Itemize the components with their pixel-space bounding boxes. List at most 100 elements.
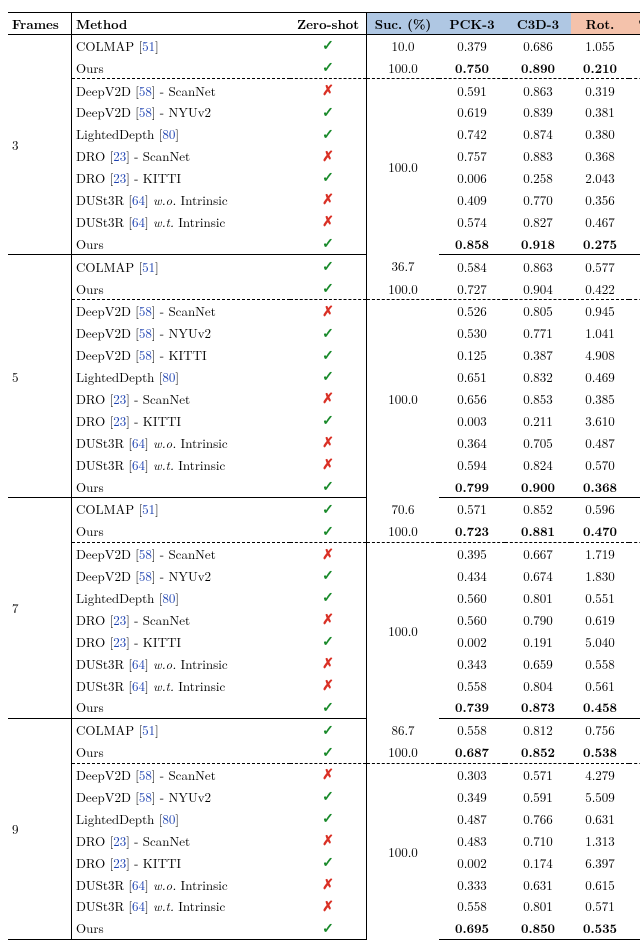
cell-rot: 4.908 — [571, 344, 629, 366]
cross-icon: ✗ — [322, 432, 334, 452]
cell-c3d: 0.591 — [505, 786, 571, 808]
method-ours: Ours — [72, 56, 291, 78]
method-dro_scan: DRO [23] - ScanNet — [72, 830, 291, 852]
cell-rot: 1.055 — [571, 34, 629, 56]
cell-c3d: 0.631 — [505, 873, 571, 895]
cell-rot: 0.275 — [571, 233, 629, 255]
cell-pck: 0.750 — [439, 56, 505, 78]
zeroshot-no: ✗ — [290, 300, 367, 322]
zeroshot-no: ✗ — [290, 763, 367, 785]
method-lighted: LightedDepth [80] — [72, 587, 291, 609]
cell-c3d: 0.387 — [505, 344, 571, 366]
cell-trans: 2.740 — [629, 873, 640, 895]
zeroshot-no: ✗ — [290, 652, 367, 674]
cell-rot: 4.279 — [571, 763, 629, 785]
cell-rot: 0.596 — [571, 498, 629, 520]
cross-icon: ✗ — [322, 896, 334, 916]
cell-pck: 0.571 — [439, 498, 505, 520]
cell-pck: 0.799 — [439, 475, 505, 497]
cell-trans: 1.383 — [629, 520, 640, 542]
frames-label: 9 — [8, 719, 72, 940]
cell-pck: 0.558 — [439, 719, 505, 741]
cell-trans: 4.573 — [629, 763, 640, 785]
cell-trans: 2.673 — [629, 543, 640, 565]
cell-pck: 0.858 — [439, 233, 505, 255]
cell-c3d: 0.874 — [505, 123, 571, 145]
cell-c3d: 0.571 — [505, 763, 571, 785]
tick-icon: ✓ — [322, 256, 334, 276]
cross-icon: ✗ — [322, 211, 334, 231]
zeroshot-yes: ✓ — [290, 34, 367, 56]
cell-rot: 0.535 — [571, 917, 629, 939]
zeroshot-no: ✗ — [290, 873, 367, 895]
cell-rot: 0.561 — [571, 674, 629, 696]
cross-icon: ✗ — [322, 454, 334, 474]
cell-trans: 0.820 — [629, 233, 640, 255]
cell-suc: 100.0 — [367, 277, 440, 299]
cell-pck: 0.002 — [439, 631, 505, 653]
cell-trans: 1.296 — [629, 255, 640, 277]
cell-c3d: 0.766 — [505, 808, 571, 830]
method-dro_scan: DRO [23] - ScanNet — [72, 388, 291, 410]
cell-trans: 1.200 — [629, 388, 640, 410]
method-lighted: LightedDepth [80] — [72, 123, 291, 145]
zeroshot-yes: ✓ — [290, 565, 367, 587]
cell-c3d: 0.839 — [505, 101, 571, 123]
tick-icon: ✓ — [322, 102, 334, 122]
cross-icon: ✗ — [322, 388, 334, 408]
cell-c3d: 0.174 — [505, 852, 571, 874]
zeroshot-yes: ✓ — [290, 277, 367, 299]
cell-trans: 4.231 — [629, 344, 640, 366]
frames-label: 7 — [8, 498, 72, 719]
cell-trans: 1.765 — [629, 34, 640, 56]
zeroshot-yes: ✓ — [290, 786, 367, 808]
zeroshot-no: ✗ — [290, 895, 367, 917]
cell-rot: 0.381 — [571, 101, 629, 123]
cell-c3d: 0.850 — [505, 917, 571, 939]
cell-trans: 1.568 — [629, 322, 640, 344]
cell-pck: 0.558 — [439, 674, 505, 696]
cell-c3d: 0.852 — [505, 741, 571, 763]
method-colmap: COLMAP [51] — [72, 34, 291, 56]
cell-c3d: 0.890 — [505, 56, 571, 78]
zeroshot-yes: ✓ — [290, 631, 367, 653]
method-dro_kitti: DRO [23] - KITTI — [72, 852, 291, 874]
tick-icon: ✓ — [322, 57, 334, 77]
col-header-zeroshot: Zero-shot — [290, 13, 367, 35]
cell-pck: 0.584 — [439, 255, 505, 277]
cell-rot: 0.558 — [571, 652, 629, 674]
cell-rot: 1.041 — [571, 322, 629, 344]
cell-c3d: 0.667 — [505, 543, 571, 565]
method-dv2d_nyu: DeepV2D [58] - NYUv2 — [72, 322, 291, 344]
zeroshot-yes: ✓ — [290, 587, 367, 609]
cell-suc-shared: 100.0 — [367, 763, 440, 939]
tick-icon: ✓ — [322, 167, 334, 187]
method-dro_kitti: DRO [23] - KITTI — [72, 631, 291, 653]
col-header-method: Method — [72, 13, 291, 35]
cell-suc-shared: 100.0 — [367, 300, 440, 498]
cell-trans: 1.428 — [629, 696, 640, 718]
cell-pck: 0.530 — [439, 322, 505, 344]
zeroshot-yes: ✓ — [290, 366, 367, 388]
results-table: FramesMethodZero-shotSuc. (%)PCK-3C3D-3R… — [8, 12, 640, 940]
cell-rot: 0.631 — [571, 808, 629, 830]
cell-c3d: 0.881 — [505, 520, 571, 542]
cell-trans: 0.624 — [629, 56, 640, 78]
col-header-c3d: C3D-3 — [505, 13, 571, 35]
tick-icon: ✓ — [322, 852, 334, 872]
cell-c3d: 0.771 — [505, 322, 571, 344]
cell-c3d: 0.853 — [505, 388, 571, 410]
zeroshot-yes: ✓ — [290, 852, 367, 874]
cell-pck: 0.594 — [439, 453, 505, 475]
zeroshot-no: ✗ — [290, 543, 367, 565]
method-dro_kitti: DRO [23] - KITTI — [72, 167, 291, 189]
cell-suc: 100.0 — [367, 741, 440, 763]
method-lighted: LightedDepth [80] — [72, 366, 291, 388]
cross-icon: ✗ — [322, 80, 334, 100]
cell-trans: 1.550 — [629, 366, 640, 388]
cell-trans: 3.093 — [629, 830, 640, 852]
cell-rot: 0.319 — [571, 79, 629, 101]
zeroshot-yes: ✓ — [290, 741, 367, 763]
cell-c3d: 0.801 — [505, 587, 571, 609]
method-ours: Ours — [72, 233, 291, 255]
